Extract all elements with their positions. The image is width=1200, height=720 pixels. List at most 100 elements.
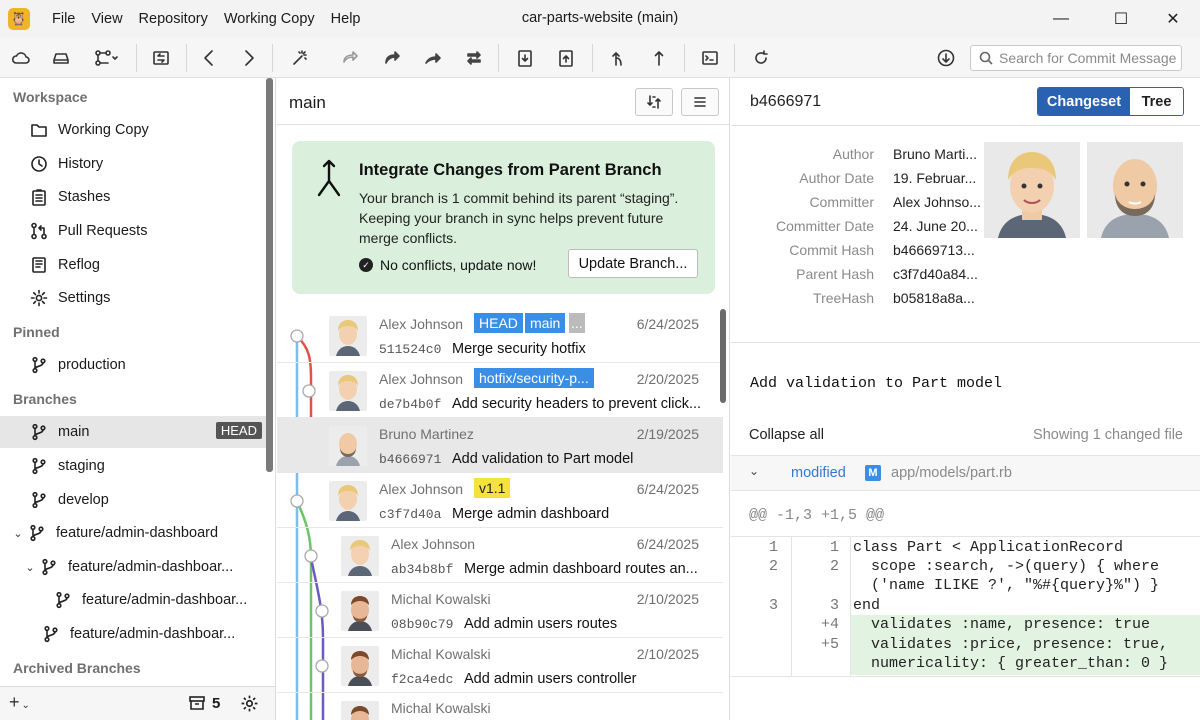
sidebar-item-label: feature/admin-dashboar... (70, 626, 236, 642)
close-button[interactable]: ✕ (1150, 0, 1196, 38)
sidebar-item-label: Reflog (58, 257, 100, 273)
sidebar-item-stashes[interactable]: Stashes (0, 181, 266, 213)
merge-icon[interactable] (603, 44, 633, 72)
stash-pop-icon[interactable] (551, 44, 581, 72)
commit-row[interactable]: Alex Johnson HEAD main ... 6/24/2025 511… (277, 308, 723, 363)
view-segmented-control: Changeset Tree (1037, 87, 1184, 116)
old-line-number: 1 (768, 539, 778, 556)
commit-details-panel: b4666971 Changeset Tree Author Bruno Mar… (731, 78, 1200, 720)
redo-icon[interactable] (377, 44, 407, 72)
menu-button[interactable] (681, 88, 719, 116)
history-panel: main Integrate Changes from Parent Branc… (277, 78, 730, 720)
commit-hash: 08b90c79 (391, 617, 454, 632)
commit-search-field[interactable] (970, 45, 1182, 71)
compare-icon (647, 95, 661, 109)
sidebar-item-branch-feature-admin-dashboard[interactable]: ⌄ feature/admin-dashboard (0, 517, 266, 549)
sidebar-item-branch-develop[interactable]: develop (0, 484, 266, 516)
compare-button[interactable] (635, 88, 673, 116)
switch-icon[interactable] (146, 44, 176, 72)
sidebar-item-branch-feature-sub-2[interactable]: feature/admin-dashboar... (0, 618, 266, 650)
update-branch-button[interactable]: Update Branch... (568, 249, 698, 278)
file-header[interactable]: ⌄ modified M app/models/part.rb (731, 455, 1200, 491)
chevron-down-icon[interactable]: ⌄ (23, 561, 37, 574)
tag-main[interactable]: main (525, 313, 566, 333)
workspace-section-title: Workspace (13, 89, 88, 105)
tab-tree[interactable]: Tree (1130, 88, 1183, 115)
undo-icon[interactable] (335, 44, 365, 72)
sidebar-item-branch-staging[interactable]: staging (0, 450, 266, 482)
sidebar-item-label: production (58, 357, 126, 373)
sidebar-item-settings[interactable]: Settings (0, 282, 266, 314)
commit-row[interactable]: Alex Johnson 6/24/2025 ab34b8bf Merge ad… (277, 528, 723, 583)
hamburger-icon (694, 97, 706, 107)
history-scrollbar[interactable] (720, 309, 726, 403)
commit-row[interactable]: Michal Kowalski (277, 693, 723, 720)
sidebar-item-branch-main[interactable]: main HEAD (0, 416, 266, 448)
menu-file[interactable]: File (44, 11, 83, 27)
hunk-header: @@ -1,3 +1,5 @@ (749, 507, 885, 524)
toolbar-divider (592, 44, 593, 72)
maximize-button[interactable]: ☐ (1098, 0, 1144, 38)
commit-row[interactable]: Alex Johnson v1.1 6/24/2025 c3f7d40a Mer… (277, 473, 723, 528)
terminal-icon[interactable] (695, 44, 725, 72)
branch-icon (39, 557, 59, 577)
push-icon[interactable] (418, 44, 448, 72)
forward-icon[interactable] (234, 44, 264, 72)
chevron-down-icon[interactable]: ⌄ (11, 527, 25, 540)
collapse-all-button[interactable]: Collapse all (749, 427, 824, 443)
sidebar-item-reflog[interactable]: Reflog (0, 249, 266, 281)
commit-message: Merge admin dashboard routes an... (464, 561, 698, 577)
tab-changeset[interactable]: Changeset (1038, 88, 1130, 115)
avatar (329, 481, 367, 521)
sidebar-item-working-copy[interactable]: Working Copy (0, 114, 266, 146)
menu-view[interactable]: View (83, 11, 130, 27)
sidebar-item-label: Working Copy (58, 122, 149, 138)
download-icon[interactable] (931, 44, 961, 72)
sidebar-item-branch-feature-sub[interactable]: ⌄ feature/admin-dashboar... (0, 551, 266, 583)
stash-save-icon[interactable] (510, 44, 540, 72)
minimize-button[interactable]: — (1038, 0, 1084, 38)
menu-repository[interactable]: Repository (131, 11, 216, 27)
commit-row[interactable]: Michal Kowalski 2/10/2025 f2ca4edc Add a… (277, 638, 723, 693)
sidebar-scrollbar[interactable] (266, 78, 273, 472)
tag-version[interactable]: v1.1 (474, 478, 511, 498)
pull-icon[interactable] (644, 44, 674, 72)
drive-icon[interactable] (46, 44, 76, 72)
back-icon[interactable] (194, 44, 224, 72)
magic-wand-icon[interactable] (285, 44, 315, 72)
archived-section-title: Archived Branches (13, 660, 141, 676)
commit-row[interactable]: Michal Kowalski 2/10/2025 08b90c79 Add a… (277, 583, 723, 638)
tag-more[interactable]: ... (569, 313, 585, 333)
menu-help[interactable]: Help (323, 11, 369, 27)
add-dropdown-icon[interactable]: + ⌄ (9, 692, 30, 713)
commit-row[interactable]: Alex Johnson hotfix/security-p... 2/20/2… (277, 363, 723, 418)
meta-value: b05818a8a... (893, 290, 975, 306)
cloud-icon[interactable] (6, 44, 36, 72)
commit-row[interactable]: Bruno Martinez 2/19/2025 b4666971 Add va… (277, 418, 723, 473)
meta-value: Alex Johnso... (893, 194, 981, 210)
sidebar-item-label: main (58, 424, 90, 440)
search-input[interactable] (999, 50, 1179, 66)
chevron-down-icon[interactable]: ⌄ (749, 464, 759, 478)
menu-working-copy[interactable]: Working Copy (216, 11, 323, 27)
divider (731, 125, 1200, 126)
footer-settings-icon[interactable] (240, 694, 259, 716)
sidebar-item-pull-requests[interactable]: Pull Requests (0, 215, 266, 247)
sidebar-item-history[interactable]: History (0, 148, 266, 180)
commit-author: Alex Johnson (379, 316, 464, 332)
sidebar-footer: + ⌄ 5 (0, 686, 276, 720)
refresh-icon[interactable] (746, 44, 776, 72)
sidebar-item-production[interactable]: production (0, 349, 266, 381)
commit-date: 6/24/2025 (636, 536, 699, 552)
commit-hash: de7b4b0f (379, 397, 442, 412)
sidebar-item-branch-feature-sub-sub[interactable]: feature/admin-dashboar... (0, 584, 266, 616)
stash-count-button[interactable]: 5 (188, 694, 220, 712)
diff-code: class Part < ApplicationRecord (853, 539, 1124, 556)
commit-hash: ab34b8bf (391, 562, 454, 577)
toolbar-divider (734, 44, 735, 72)
swap-icon[interactable] (459, 44, 489, 72)
tag-hotfix[interactable]: hotfix/security-p... (474, 368, 594, 388)
connections-dropdown-icon[interactable] (86, 44, 126, 72)
avatar (341, 536, 379, 576)
tag-head[interactable]: HEAD (474, 313, 523, 333)
